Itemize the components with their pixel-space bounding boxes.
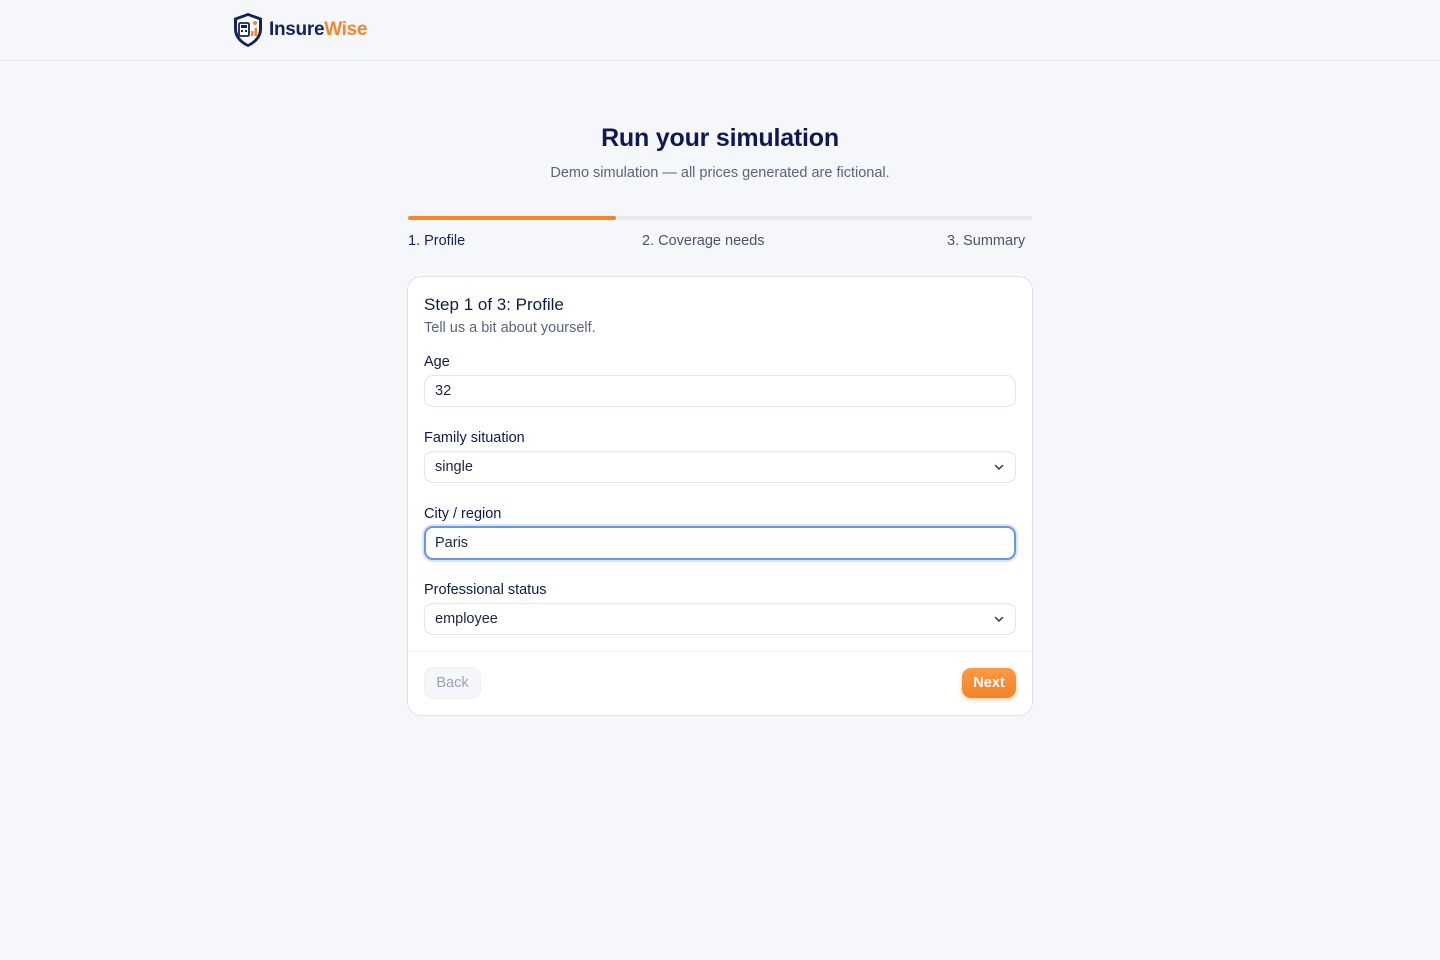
city-region-input[interactable]: Paris <box>424 526 1016 560</box>
chevron-down-icon <box>994 616 1004 622</box>
profile-form-card: Step 1 of 3: Profile Tell us a bit about… <box>407 276 1033 716</box>
form-description: Tell us a bit about yourself. <box>424 320 596 336</box>
brand-name-part1: Insure <box>269 19 325 40</box>
professional-status-value: employee <box>435 611 498 627</box>
family-situation-select[interactable]: single <box>424 451 1016 483</box>
family-situation-label: Family situation <box>424 430 525 446</box>
brand-name: InsureWise <box>269 19 368 41</box>
step-coverage-needs: 2. Coverage needs <box>642 233 765 249</box>
form-title: Step 1 of 3: Profile <box>424 295 564 314</box>
professional-status-label: Professional status <box>424 582 547 598</box>
form-footer-divider <box>408 651 1032 652</box>
city-region-label: City / region <box>424 506 502 522</box>
age-input[interactable]: 32 <box>424 375 1016 407</box>
age-value: 32 <box>435 383 452 399</box>
page-title: Run your simulation <box>601 124 839 152</box>
family-situation-value: single <box>435 459 473 475</box>
top-header: InsureWise <box>0 0 1440 61</box>
progress-fill <box>408 216 616 220</box>
step-profile: 1. Profile <box>408 233 466 249</box>
next-button[interactable]: Next <box>962 668 1016 698</box>
progress-bar <box>408 216 1032 220</box>
page-subtitle: Demo simulation — all prices generated a… <box>550 165 890 181</box>
brand-name-part2: Wise <box>324 19 368 40</box>
city-region-value: Paris <box>435 535 469 551</box>
step-summary: 3. Summary <box>947 233 1026 249</box>
age-label: Age <box>424 354 450 370</box>
shield-calculator-icon <box>234 13 262 47</box>
chevron-down-icon <box>994 464 1004 470</box>
back-button[interactable]: Back <box>424 667 481 699</box>
professional-status-select[interactable]: employee <box>424 603 1016 635</box>
brand-logo[interactable]: InsureWise <box>231 12 368 48</box>
